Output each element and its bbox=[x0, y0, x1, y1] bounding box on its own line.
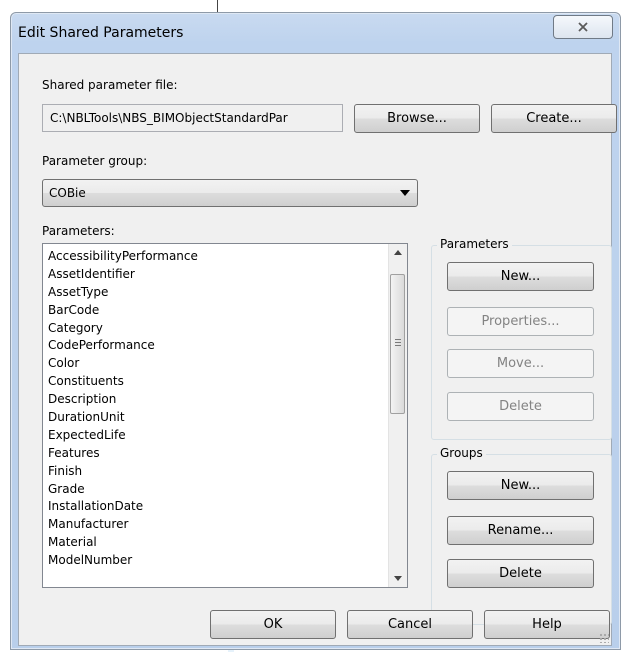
delete-group-button[interactable]: Delete bbox=[447, 559, 594, 588]
shared-parameter-file-path-field[interactable]: C:\NBLTools\NBS_BIMObjectStandardPar bbox=[42, 104, 343, 132]
list-item[interactable]: AssetType bbox=[48, 283, 198, 301]
ok-button[interactable]: OK bbox=[210, 610, 336, 639]
close-icon bbox=[578, 22, 588, 32]
close-button[interactable] bbox=[553, 15, 613, 39]
chevron-down-icon bbox=[400, 190, 410, 196]
list-item[interactable]: Description bbox=[48, 390, 198, 408]
list-item[interactable]: ModelNumber bbox=[48, 551, 198, 569]
new-group-button[interactable]: New... bbox=[447, 471, 594, 500]
list-item[interactable]: Finish bbox=[48, 462, 198, 480]
list-item[interactable]: Manufacturer bbox=[48, 515, 198, 533]
list-item[interactable]: Color bbox=[48, 354, 198, 372]
list-item[interactable]: ExpectedLife bbox=[48, 426, 198, 444]
groups-groupbox-legend: Groups bbox=[437, 446, 486, 460]
rename-group-button[interactable]: Rename... bbox=[447, 516, 594, 545]
move-parameter-button[interactable]: Move... bbox=[447, 349, 594, 378]
shared-parameter-file-label: Shared parameter file: bbox=[42, 78, 178, 92]
list-item[interactable]: BarCode bbox=[48, 301, 198, 319]
parameters-vertical-scrollbar[interactable] bbox=[388, 244, 407, 587]
help-button[interactable]: Help bbox=[484, 610, 610, 639]
create-button[interactable]: Create... bbox=[491, 104, 617, 133]
list-item[interactable]: AssetIdentifier bbox=[48, 265, 198, 283]
list-item[interactable]: Grade bbox=[48, 480, 198, 498]
parameters-list-label: Parameters: bbox=[42, 224, 115, 238]
window-title: Edit Shared Parameters bbox=[18, 25, 184, 41]
parameter-group-label: Parameter group: bbox=[42, 154, 148, 168]
scrollbar-thumb[interactable] bbox=[390, 274, 405, 414]
list-item[interactable]: Features bbox=[48, 444, 198, 462]
cancel-button[interactable]: Cancel bbox=[347, 610, 473, 639]
list-item[interactable]: Constituents bbox=[48, 372, 198, 390]
edit-shared-parameters-dialog: Edit Shared Parameters Shared parameter … bbox=[10, 12, 621, 650]
parameter-group-dropdown[interactable]: COBie bbox=[42, 179, 418, 207]
list-item[interactable]: InstallationDate bbox=[48, 497, 198, 515]
parameters-groupbox-legend: Parameters bbox=[437, 237, 512, 251]
scroll-down-button[interactable] bbox=[389, 570, 407, 587]
parameters-list-items: AccessibilityPerformance AssetIdentifier A… bbox=[48, 247, 198, 569]
list-item[interactable]: DurationUnit bbox=[48, 408, 198, 426]
grip-icon bbox=[395, 339, 401, 347]
parameters-listbox[interactable]: AccessibilityPerformance AssetIdentifier A… bbox=[42, 243, 408, 588]
list-item[interactable]: Category bbox=[48, 319, 198, 337]
browse-button[interactable]: Browse... bbox=[354, 104, 480, 133]
parameter-group-selected-value: COBie bbox=[49, 186, 86, 200]
parameters-groupbox: Parameters New... Properties... Move... … bbox=[431, 237, 612, 440]
scroll-up-icon bbox=[394, 250, 402, 255]
new-parameter-button[interactable]: New... bbox=[447, 262, 594, 291]
list-item[interactable]: AccessibilityPerformance bbox=[48, 247, 198, 265]
dialog-client-area: Shared parameter file: C:\NBLTools\NBS_B… bbox=[18, 53, 617, 646]
scroll-down-icon bbox=[394, 576, 402, 581]
list-item[interactable]: CodePerformance bbox=[48, 336, 198, 354]
screen: Edit Shared Parameters Shared parameter … bbox=[0, 0, 623, 652]
scroll-up-button[interactable] bbox=[389, 244, 407, 261]
delete-parameter-button[interactable]: Delete bbox=[447, 392, 594, 421]
parameter-properties-button[interactable]: Properties... bbox=[447, 307, 594, 336]
groups-groupbox: Groups New... Rename... Delete bbox=[431, 446, 612, 625]
resize-grip[interactable] bbox=[599, 633, 609, 643]
background-tick-line bbox=[217, 0, 218, 12]
list-item[interactable]: Material bbox=[48, 533, 198, 551]
title-bar[interactable]: Edit Shared Parameters bbox=[11, 13, 620, 53]
